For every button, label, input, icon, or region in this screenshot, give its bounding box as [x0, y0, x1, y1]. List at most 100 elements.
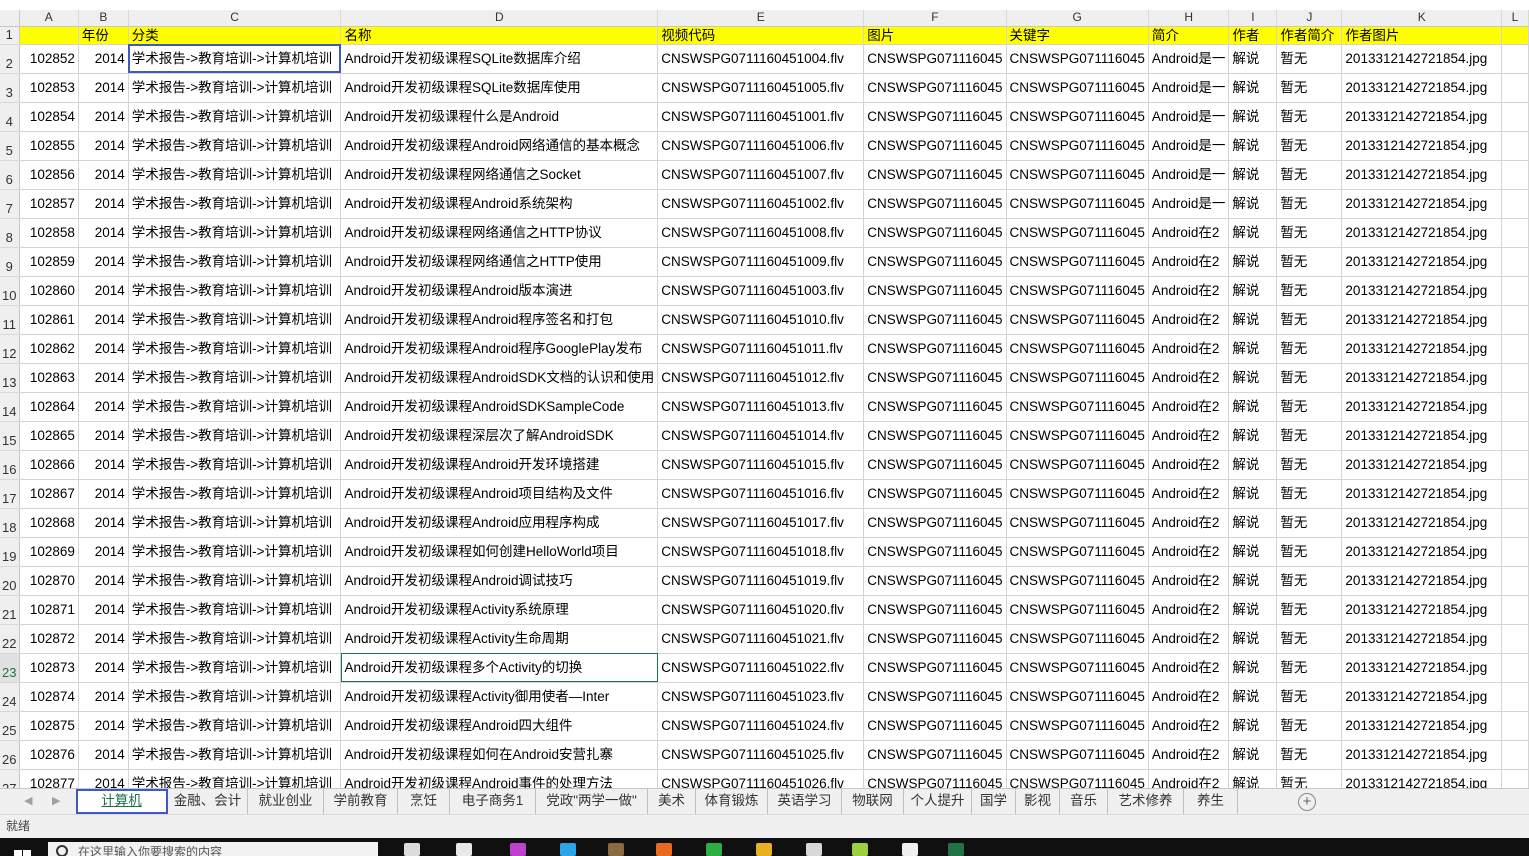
category-cell[interactable]: 学术报告->教育培训->计算机培训: [128, 479, 342, 509]
name-cell[interactable]: Android开发初级课程AndroidSDK文档的认识和使用: [340, 363, 659, 393]
author-image-cell[interactable]: 201331214272185​4.jpg: [1341, 740, 1503, 770]
year-cell[interactable]: 2014: [78, 247, 129, 277]
name-cell[interactable]: Android开发初级课程网络通信之Socket: [340, 160, 659, 190]
row-header[interactable]: 14: [0, 392, 20, 422]
column-header-h[interactable]: H: [1148, 10, 1230, 27]
author-intro-cell[interactable]: 暂无: [1276, 73, 1343, 103]
intro-cell[interactable]: Android在2: [1148, 624, 1230, 654]
author-intro-cell[interactable]: 暂无: [1276, 595, 1343, 625]
image-cell[interactable]: CNSWSPG071116045: [863, 392, 1007, 422]
image-cell[interactable]: CNSWSPG071116045: [863, 102, 1007, 132]
author-image-cell[interactable]: 201331214272185​4.jpg: [1341, 537, 1503, 567]
author-image-cell[interactable]: 201331214272185​4.jpg: [1341, 595, 1503, 625]
header-cell[interactable]: 名称: [340, 26, 659, 45]
header-cell[interactable]: 作者简介: [1276, 26, 1343, 45]
image-cell[interactable]: CNSWSPG071116045: [863, 450, 1007, 480]
image-cell[interactable]: CNSWSPG071116045: [863, 479, 1007, 509]
sheet-tab[interactable]: 影视: [1016, 789, 1060, 814]
year-cell[interactable]: 2014: [78, 189, 129, 219]
author-image-cell[interactable]: 201331214272185​4.jpg: [1341, 218, 1503, 248]
image-cell[interactable]: CNSWSPG071116045: [863, 44, 1007, 74]
year-cell[interactable]: 2014: [78, 102, 129, 132]
image-cell[interactable]: CNSWSPG071116045: [863, 769, 1007, 788]
name-cell[interactable]: Android开发初级课程AndroidSDKSampleCode: [340, 392, 659, 422]
author-cell[interactable]: 解说: [1228, 711, 1278, 741]
empty-cell[interactable]: [1501, 653, 1529, 683]
year-cell[interactable]: 2014: [78, 624, 129, 654]
row-header[interactable]: 6: [0, 160, 20, 190]
year-cell[interactable]: 2014: [78, 160, 129, 190]
row-header[interactable]: 7: [0, 189, 20, 219]
row-header[interactable]: 5: [0, 131, 20, 161]
keyword-cell[interactable]: CNSWSPG071116045: [1006, 682, 1149, 712]
author-cell[interactable]: 解说: [1228, 189, 1278, 219]
empty-cell[interactable]: [1501, 276, 1529, 306]
author-intro-cell[interactable]: 暂无: [1276, 421, 1343, 451]
image-cell[interactable]: CNSWSPG071116045: [863, 160, 1007, 190]
row-header[interactable]: 27: [0, 769, 20, 788]
intro-cell[interactable]: Android在2: [1148, 479, 1230, 509]
year-cell[interactable]: 2014: [78, 769, 129, 788]
intro-cell[interactable]: Android在2: [1148, 392, 1230, 422]
row-header[interactable]: 11: [0, 305, 20, 335]
name-cell[interactable]: Android开发初级课程Activity生命周期: [340, 624, 659, 654]
sheet-tab[interactable]: 党政"两学一做": [536, 789, 648, 814]
empty-cell[interactable]: [1501, 566, 1529, 596]
category-cell[interactable]: 学术报告->教育培训->计算机培训: [128, 711, 342, 741]
spreadsheet-grid[interactable]: ABCDEFGHIJKL 1 年份 分类 名称 视频代码 图片 关键字 简介 作者 作者简介 作者图…: [0, 10, 1529, 788]
author-cell[interactable]: 解说: [1228, 102, 1278, 132]
keyword-cell[interactable]: CNSWSPG071116045: [1006, 566, 1149, 596]
empty-cell[interactable]: [1501, 508, 1529, 538]
year-cell[interactable]: 2014: [78, 392, 129, 422]
category-cell[interactable]: 学术报告->教育培训->计算机培训: [128, 189, 342, 219]
name-cell[interactable]: Android开发初级课程Activity系统原理: [340, 595, 659, 625]
id-cell[interactable]: 102865: [19, 421, 79, 451]
author-image-cell[interactable]: 201331214272185​4.jpg: [1341, 479, 1503, 509]
category-cell[interactable]: 学术报告->教育培训->计算机培训: [128, 537, 342, 567]
row-header[interactable]: 16: [0, 450, 20, 480]
intro-cell[interactable]: Android在2: [1148, 769, 1230, 788]
app-icon[interactable]: [902, 843, 918, 856]
sheet-tab[interactable]: 艺术修养: [1108, 789, 1184, 814]
image-cell[interactable]: CNSWSPG071116045: [863, 363, 1007, 393]
author-image-cell[interactable]: 201331214272185​4.jpg: [1341, 44, 1503, 74]
keyword-cell[interactable]: CNSWSPG071116045: [1006, 160, 1149, 190]
video-code-cell[interactable]: CNSWSPG0711160451021.flv: [657, 624, 865, 654]
empty-cell[interactable]: [1501, 392, 1529, 422]
author-cell[interactable]: 解说: [1228, 653, 1278, 683]
name-cell[interactable]: Android开发初级课程什么是Android: [340, 102, 659, 132]
id-cell[interactable]: 102856: [19, 160, 79, 190]
video-code-cell[interactable]: CNSWSPG0711160451008.flv: [657, 218, 865, 248]
id-cell[interactable]: 102859: [19, 247, 79, 277]
image-cell[interactable]: CNSWSPG071116045: [863, 711, 1007, 741]
column-header-i[interactable]: I: [1228, 10, 1278, 27]
name-cell[interactable]: Android开发初级课程如何创建HelloWorld项目: [340, 537, 659, 567]
name-cell[interactable]: Android开发初级课程Android项目结构及文件: [340, 479, 659, 509]
intro-cell[interactable]: Android是一: [1148, 131, 1230, 161]
id-cell[interactable]: 102873: [19, 653, 79, 683]
year-cell[interactable]: 2014: [78, 44, 129, 74]
column-header-l[interactable]: L: [1501, 10, 1529, 27]
id-cell[interactable]: 102857: [19, 189, 79, 219]
video-code-cell[interactable]: CNSWSPG0711160451001.flv: [657, 102, 865, 132]
row-header[interactable]: 10: [0, 276, 20, 306]
id-cell[interactable]: 102876: [19, 740, 79, 770]
row-header[interactable]: 23: [0, 653, 20, 683]
header-cell[interactable]: 作者图片: [1341, 26, 1503, 45]
name-cell[interactable]: Android开发初级课程Android调试技巧: [340, 566, 659, 596]
header-cell[interactable]: 年份: [78, 26, 129, 45]
intro-cell[interactable]: Android在2: [1148, 566, 1230, 596]
name-cell[interactable]: Android开发初级课程SQLite数据库介绍: [340, 44, 659, 74]
author-intro-cell[interactable]: 暂无: [1276, 160, 1343, 190]
author-cell[interactable]: 解说: [1228, 450, 1278, 480]
sheet-tab[interactable]: 体育锻炼: [696, 789, 768, 814]
sheet-tab[interactable]: 个人提升: [904, 789, 972, 814]
author-intro-cell[interactable]: 暂无: [1276, 363, 1343, 393]
year-cell[interactable]: 2014: [78, 218, 129, 248]
keyword-cell[interactable]: CNSWSPG071116045: [1006, 421, 1149, 451]
sheet-tab[interactable]: 国学: [972, 789, 1016, 814]
id-cell[interactable]: 102869: [19, 537, 79, 567]
column-header-c[interactable]: C: [128, 10, 342, 27]
author-cell[interactable]: 解说: [1228, 682, 1278, 712]
image-cell[interactable]: CNSWSPG071116045: [863, 682, 1007, 712]
